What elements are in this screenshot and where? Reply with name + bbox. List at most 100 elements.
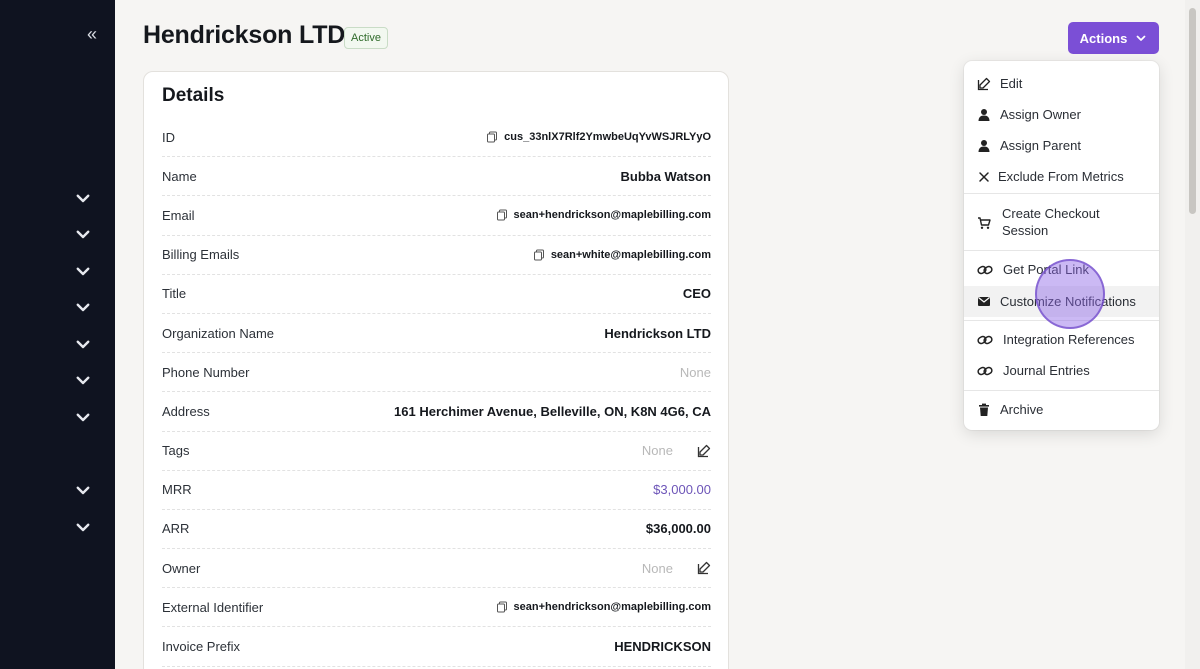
chevron-down-icon[interactable] <box>74 262 92 280</box>
menu-divider <box>964 320 1159 321</box>
detail-row-mrr: MRR $3,000.00 <box>162 471 711 510</box>
menu-item-exclude-from-metrics[interactable]: Exclude From Metrics <box>964 162 1159 192</box>
menu-divider <box>964 193 1159 194</box>
detail-label: Owner <box>162 560 201 576</box>
external-identifier-text[interactable]: sean+hendrickson@maplebilling.com <box>514 601 711 613</box>
menu-item-assign-parent[interactable]: Assign Parent <box>964 131 1159 161</box>
actions-button-label: Actions <box>1079 30 1128 46</box>
details-card: Details ID cus_33nlX7Rlf2YmwbeUqYvWSJRLY… <box>143 71 729 669</box>
chevron-down-icon[interactable] <box>74 371 92 389</box>
detail-value: Bubba Watson <box>620 168 711 184</box>
chevron-down-icon[interactable] <box>74 408 92 426</box>
menu-item-label: Get Portal Link <box>1003 262 1089 277</box>
detail-label: ID <box>162 129 175 145</box>
menu-item-integration-references[interactable]: Integration References <box>964 325 1159 355</box>
trash-icon <box>977 403 991 417</box>
status-badge: Active <box>344 27 388 49</box>
customer-id-text[interactable]: cus_33nlX7Rlf2YmwbeUqYvWSJRLYyO <box>504 131 711 143</box>
chevron-down-icon[interactable] <box>74 335 92 353</box>
chevron-down-icon[interactable] <box>74 481 92 499</box>
detail-label: Email <box>162 207 195 223</box>
detail-label: Billing Emails <box>162 247 240 263</box>
user-icon <box>977 139 991 153</box>
x-icon <box>977 170 991 184</box>
detail-value: Hendrickson LTD <box>604 325 711 341</box>
link-icon <box>977 263 993 277</box>
scrollbar-thumb[interactable] <box>1189 8 1196 214</box>
detail-value: None <box>679 364 711 380</box>
edit-icon[interactable] <box>697 444 711 458</box>
detail-value: None <box>642 443 711 458</box>
detail-row-owner: Owner None <box>162 549 711 589</box>
detail-label: Name <box>162 168 197 184</box>
detail-row-invoice-prefix: Invoice Prefix HENDRICKSON <box>162 627 711 667</box>
tags-value: None <box>641 443 673 459</box>
edit-icon <box>977 77 991 91</box>
sidebar: « <box>0 0 115 669</box>
user-icon <box>977 108 991 122</box>
detail-value: None <box>642 561 711 576</box>
detail-value: $36,000.00 <box>645 521 711 537</box>
menu-item-edit[interactable]: Edit <box>964 69 1159 99</box>
menu-item-label: Customize Notifications <box>1000 294 1136 309</box>
detail-row-tags: Tags None <box>162 432 711 471</box>
cart-icon <box>977 216 991 230</box>
page-scrollbar[interactable] <box>1185 0 1200 669</box>
menu-item-label: Edit <box>1000 76 1023 91</box>
actions-button[interactable]: Actions <box>1068 22 1159 54</box>
detail-value: sean+hendrickson@maplebilling.com <box>496 209 711 221</box>
detail-value: 161 Herchimer Avenue, Belleville, ON, K8… <box>394 403 711 419</box>
details-list: ID cus_33nlX7Rlf2YmwbeUqYvWSJRLYyO Name … <box>162 118 711 667</box>
owner-value: None <box>641 560 673 576</box>
detail-value: sean+white@maplebilling.com <box>533 249 711 261</box>
edit-icon[interactable] <box>697 561 711 575</box>
chevron-down-icon[interactable] <box>74 225 92 243</box>
menu-item-label: Integration References <box>1003 332 1135 347</box>
menu-item-label: Archive <box>1000 402 1044 417</box>
detail-row-title: Title CEO <box>162 275 711 314</box>
detail-row-address: Address 161 Herchimer Avenue, Belleville… <box>162 392 711 432</box>
detail-label: Title <box>162 286 187 302</box>
detail-label: External Identifier <box>162 599 264 615</box>
copy-icon[interactable] <box>486 131 498 143</box>
chevron-down-icon <box>1136 35 1146 41</box>
double-chevron-left-icon[interactable]: « <box>82 24 102 44</box>
link-icon <box>977 364 993 378</box>
menu-item-get-portal-link[interactable]: Get Portal Link <box>964 255 1159 285</box>
chevron-down-icon[interactable] <box>74 189 92 207</box>
detail-label: Tags <box>162 443 190 459</box>
email-text[interactable]: sean+hendrickson@maplebilling.com <box>514 209 711 221</box>
actions-menu: Edit Assign Owner Assign Parent Exclude … <box>964 61 1159 430</box>
detail-row-phone-number: Phone Number None <box>162 353 711 393</box>
detail-label: ARR <box>162 521 190 537</box>
mrr-link[interactable]: $3,000.00 <box>653 482 711 497</box>
link-icon <box>977 333 993 347</box>
billing-email-text[interactable]: sean+white@maplebilling.com <box>551 249 711 261</box>
copy-icon[interactable] <box>533 249 545 261</box>
envelope-icon <box>977 294 991 308</box>
menu-item-journal-entries[interactable]: Journal Entries <box>964 356 1159 386</box>
menu-item-create-checkout-session[interactable]: Create Checkout Session <box>964 198 1159 248</box>
detail-value: HENDRICKSON <box>614 639 711 655</box>
detail-row-name: Name Bubba Watson <box>162 157 711 197</box>
details-title: Details <box>162 85 225 106</box>
detail-row-billing-emails: Billing Emails sean+white@maplebilling.c… <box>162 236 711 275</box>
menu-item-customize-notifications[interactable]: Customize Notifications <box>964 286 1159 317</box>
menu-divider <box>964 390 1159 391</box>
detail-value: cus_33nlX7Rlf2YmwbeUqYvWSJRLYyO <box>486 131 711 143</box>
detail-label: MRR <box>162 482 192 498</box>
detail-value: CEO <box>682 286 711 302</box>
chevron-down-icon[interactable] <box>74 518 92 536</box>
detail-label: Address <box>162 403 210 419</box>
detail-row-arr: ARR $36,000.00 <box>162 510 711 550</box>
copy-icon[interactable] <box>496 601 508 613</box>
page-title: Hendrickson LTD <box>143 21 346 49</box>
detail-label: Organization Name <box>162 325 274 341</box>
menu-item-assign-owner[interactable]: Assign Owner <box>964 100 1159 130</box>
copy-icon[interactable] <box>496 209 508 221</box>
menu-divider <box>964 250 1159 251</box>
menu-item-label: Create Checkout Session <box>1002 206 1100 238</box>
detail-label: Invoice Prefix <box>162 639 241 655</box>
chevron-down-icon[interactable] <box>74 298 92 316</box>
menu-item-archive[interactable]: Archive <box>964 395 1159 425</box>
